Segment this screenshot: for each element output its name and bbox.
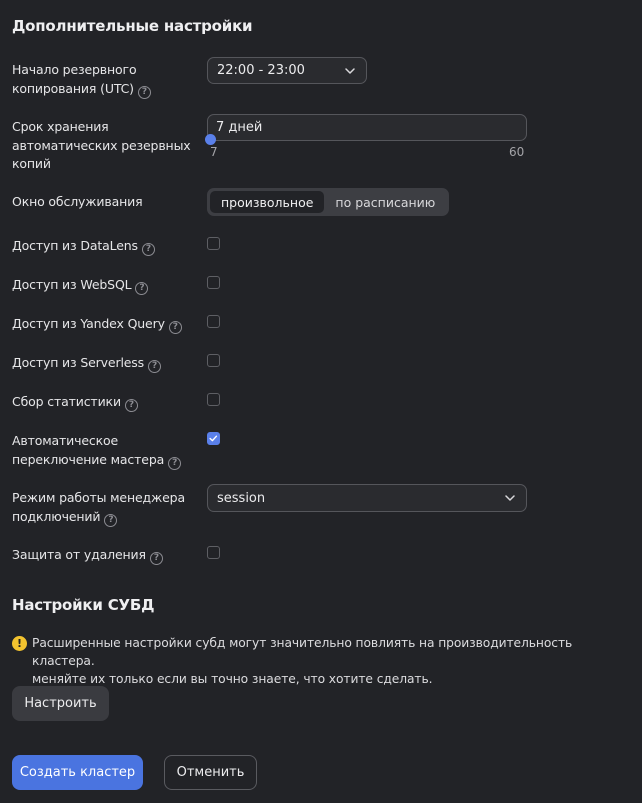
question-circle-icon[interactable]: ?: [135, 282, 149, 295]
question-circle-icon[interactable]: ?: [137, 85, 151, 99]
retention-label: Срок хранения автоматических резервных к…: [12, 119, 191, 171]
deletion-protection-label: Защита от удаления?: [12, 546, 163, 565]
section-title-advanced: Дополнительные настройки: [12, 17, 253, 35]
question-circle-icon[interactable]: ?: [168, 321, 182, 334]
toggle-label-serverless: Доступ из Serverless?: [12, 354, 162, 373]
retention-slider[interactable]: [205, 134, 527, 146]
question-circle-icon[interactable]: ?: [141, 243, 155, 256]
pooler-label-text: Режим работы менеджера подключений: [12, 490, 185, 524]
pooler-select[interactable]: session: [207, 484, 527, 512]
alert-line-1: Расширенные настройки субд могут значите…: [32, 636, 573, 668]
dbms-warning-alert: Расширенные настройки субд могут значите…: [32, 634, 637, 688]
maintenance-option-anytime[interactable]: произвольное: [210, 191, 325, 213]
backup-start-value: 22:00 - 23:00: [217, 63, 305, 78]
chevron-down-icon: [345, 67, 355, 74]
toggle-label-yandex-query-text: Доступ из Yandex Query: [12, 316, 165, 331]
toggle-label-websql-text: Доступ из WebSQL: [12, 277, 132, 292]
cancel-button[interactable]: Отменить: [164, 755, 257, 790]
maintenance-option-scheduled[interactable]: по расписанию: [324, 191, 446, 213]
checkbox-datalens[interactable]: [207, 237, 220, 250]
pooler-label: Режим работы менеджера подключений?: [12, 489, 192, 527]
pooler-value: session: [217, 490, 266, 506]
check-icon: [209, 435, 218, 442]
checkbox-deletion-protection[interactable]: [207, 546, 220, 559]
exclamation-circle-icon: !: [12, 636, 27, 651]
checkbox-websql[interactable]: [207, 276, 220, 289]
alert-line-2: меняйте их только если вы точно знаете, …: [32, 672, 433, 686]
question-circle-icon[interactable]: ?: [149, 552, 163, 565]
toggle-label-datalens-text: Доступ из DataLens: [12, 238, 138, 253]
maintenance-radio-group: произвольное по расписанию: [207, 188, 450, 216]
configure-button[interactable]: Настроить: [12, 686, 109, 721]
question-circle-icon[interactable]: ?: [148, 360, 162, 373]
question-circle-icon[interactable]: ?: [168, 456, 182, 470]
question-circle-icon[interactable]: ?: [104, 513, 118, 527]
toggle-label-yandex-query: Доступ из Yandex Query?: [12, 315, 182, 334]
toggle-label-datalens: Доступ из DataLens?: [12, 237, 155, 256]
retention-value: 7 дней: [216, 120, 263, 135]
checkbox-yandex-query[interactable]: [207, 315, 220, 328]
toggle-label-autofailover-text: Автоматическое переключение мастера: [12, 433, 165, 467]
backup-start-select[interactable]: 22:00 - 23:00: [207, 57, 367, 84]
chevron-down-icon: [505, 495, 515, 501]
toggle-label-statistics: Сбор статистики?: [12, 393, 138, 412]
backup-start-label: Начало резервного копирования (UTC)?: [12, 61, 182, 99]
checkbox-autofailover[interactable]: [207, 432, 220, 445]
toggle-label-statistics-text: Сбор статистики: [12, 394, 121, 409]
checkbox-serverless[interactable]: [207, 354, 220, 367]
retention-min: 7: [210, 145, 218, 159]
create-cluster-button[interactable]: Создать кластер: [12, 755, 143, 790]
toggle-label-websql: Доступ из WebSQL?: [12, 276, 149, 295]
maintenance-label: Окно обслуживания: [12, 194, 143, 209]
toggle-label-serverless-text: Доступ из Serverless: [12, 355, 145, 370]
advanced-settings-form: Дополнительные настройки Начало резервно…: [0, 0, 642, 803]
slider-thumb[interactable]: [205, 134, 216, 145]
toggle-label-autofailover: Автоматическое переключение мастера?: [12, 432, 182, 470]
checkbox-statistics[interactable]: [207, 393, 220, 406]
section-title-dbms: Настройки СУБД: [12, 596, 155, 614]
question-circle-icon[interactable]: ?: [124, 399, 138, 412]
backup-start-label-text: Начало резервного копирования (UTC): [12, 62, 137, 96]
deletion-protection-label-text: Защита от удаления: [12, 547, 146, 562]
retention-max: 60: [509, 145, 525, 159]
